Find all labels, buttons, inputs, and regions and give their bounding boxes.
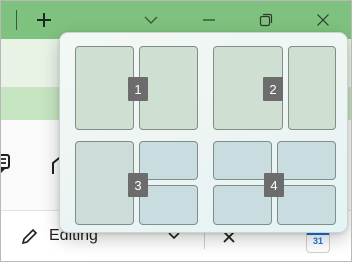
snap-layout-4: 4 <box>213 141 337 225</box>
minimize-icon <box>203 19 215 21</box>
comment-icon[interactable] <box>0 154 13 174</box>
snap-zone-top-right[interactable] <box>277 141 336 180</box>
snap-layouts-flyout: 1 2 3 4 <box>59 32 348 233</box>
snap-layout-badge: 3 <box>128 173 148 197</box>
minimize-button[interactable] <box>189 5 229 35</box>
snap-layout-badge: 4 <box>264 173 284 197</box>
new-tab-button[interactable] <box>31 6 57 34</box>
snap-layout-badge: 2 <box>263 77 283 101</box>
snap-layout-2: 2 <box>213 46 337 130</box>
snap-layout-badge: 1 <box>128 77 148 101</box>
snap-zone-left-half[interactable] <box>75 46 134 130</box>
calendar-day: 31 <box>312 236 323 246</box>
pencil-icon <box>21 228 38 245</box>
close-window-button[interactable] <box>303 5 343 35</box>
snap-zone-left-half[interactable] <box>75 141 134 225</box>
snap-zone-right-narrow[interactable] <box>288 46 336 130</box>
snap-zone-bottom-right[interactable] <box>277 185 336 225</box>
restore-icon <box>259 13 273 27</box>
plus-icon <box>37 13 51 27</box>
browser-window: Editing 31 1 2 3 4 <box>0 0 352 262</box>
chevron-down-icon <box>144 16 158 24</box>
snap-layout-1: 1 <box>75 46 199 130</box>
restore-button[interactable] <box>246 5 286 35</box>
tab-divider <box>16 10 17 30</box>
snap-layout-3: 3 <box>75 141 199 225</box>
tab-search-button[interactable] <box>131 5 171 35</box>
chevron-down-icon <box>168 232 180 240</box>
close-icon <box>317 14 329 26</box>
